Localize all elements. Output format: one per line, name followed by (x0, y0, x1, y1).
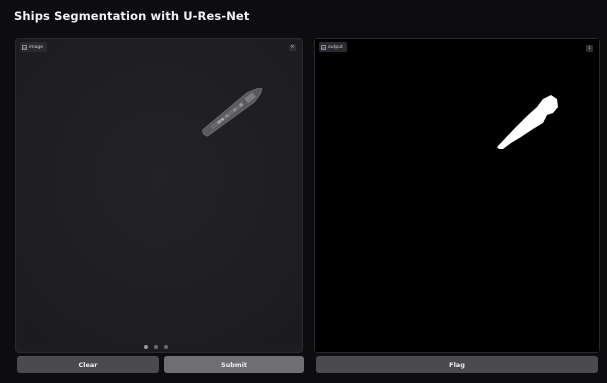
image-input-panel[interactable]: image × (15, 38, 303, 353)
output-image (315, 39, 599, 352)
segmentation-mask-image (315, 39, 599, 352)
image-icon (321, 44, 326, 50)
image-output-panel: output ↓ (314, 38, 600, 353)
image-icon (22, 44, 27, 50)
source-selector[interactable] (144, 344, 168, 350)
image-label: image (20, 42, 48, 52)
submit-button[interactable]: Submit (164, 356, 304, 373)
upload-source-icon[interactable] (144, 345, 148, 349)
webcam-source-icon[interactable] (154, 345, 158, 349)
close-icon[interactable]: × (289, 44, 296, 51)
input-image (17, 40, 301, 346)
flag-button[interactable]: Flag (316, 356, 598, 373)
output-label-text: output (328, 44, 343, 50)
download-icon[interactable]: ↓ (586, 45, 593, 52)
app-title: Ships Segmentation with U-Res-Net (14, 9, 250, 23)
image-label-text: image (29, 44, 44, 50)
clipboard-source-icon[interactable] (164, 345, 168, 349)
ship-satellite-image (17, 40, 301, 346)
clear-button[interactable]: Clear (17, 356, 159, 373)
output-label: output (319, 42, 347, 52)
